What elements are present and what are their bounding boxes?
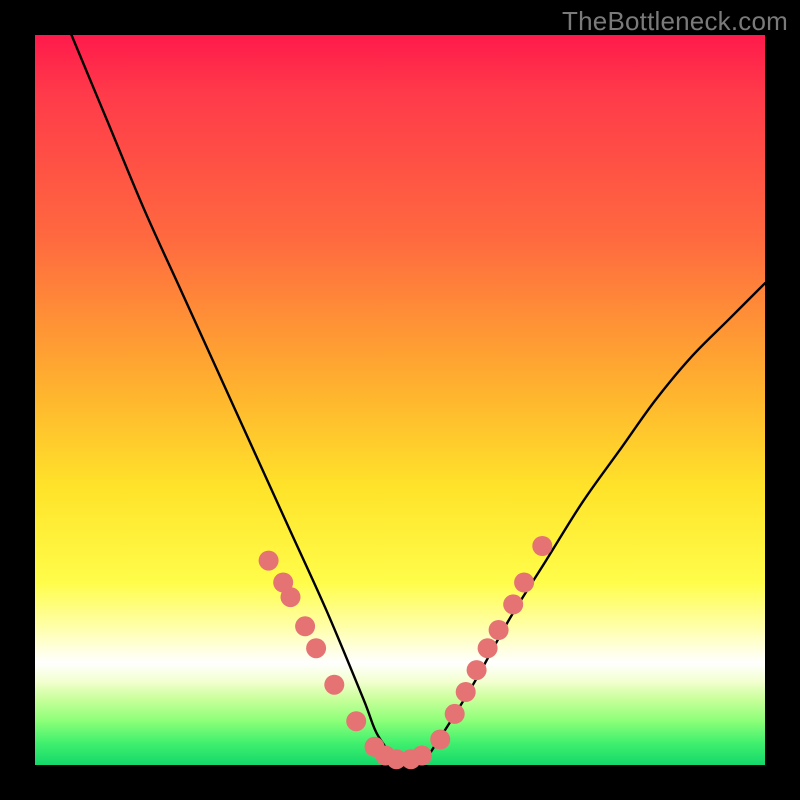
data-marker bbox=[324, 675, 344, 695]
data-marker bbox=[456, 682, 476, 702]
data-marker bbox=[295, 616, 315, 636]
watermark-text: TheBottleneck.com bbox=[562, 6, 788, 37]
data-marker bbox=[412, 746, 432, 766]
chart-frame: TheBottleneck.com bbox=[0, 0, 800, 800]
data-marker bbox=[445, 704, 465, 724]
data-marker bbox=[532, 536, 552, 556]
chart-svg bbox=[35, 35, 765, 765]
bottleneck-curve bbox=[72, 35, 766, 764]
data-marker bbox=[489, 620, 509, 640]
marker-group bbox=[259, 536, 553, 769]
data-marker bbox=[514, 573, 534, 593]
data-marker bbox=[430, 730, 450, 750]
data-marker bbox=[478, 638, 498, 658]
data-marker bbox=[467, 660, 487, 680]
data-marker bbox=[503, 594, 523, 614]
plot-area bbox=[35, 35, 765, 765]
data-marker bbox=[281, 587, 301, 607]
data-marker bbox=[346, 711, 366, 731]
data-marker bbox=[306, 638, 326, 658]
data-marker bbox=[259, 551, 279, 571]
